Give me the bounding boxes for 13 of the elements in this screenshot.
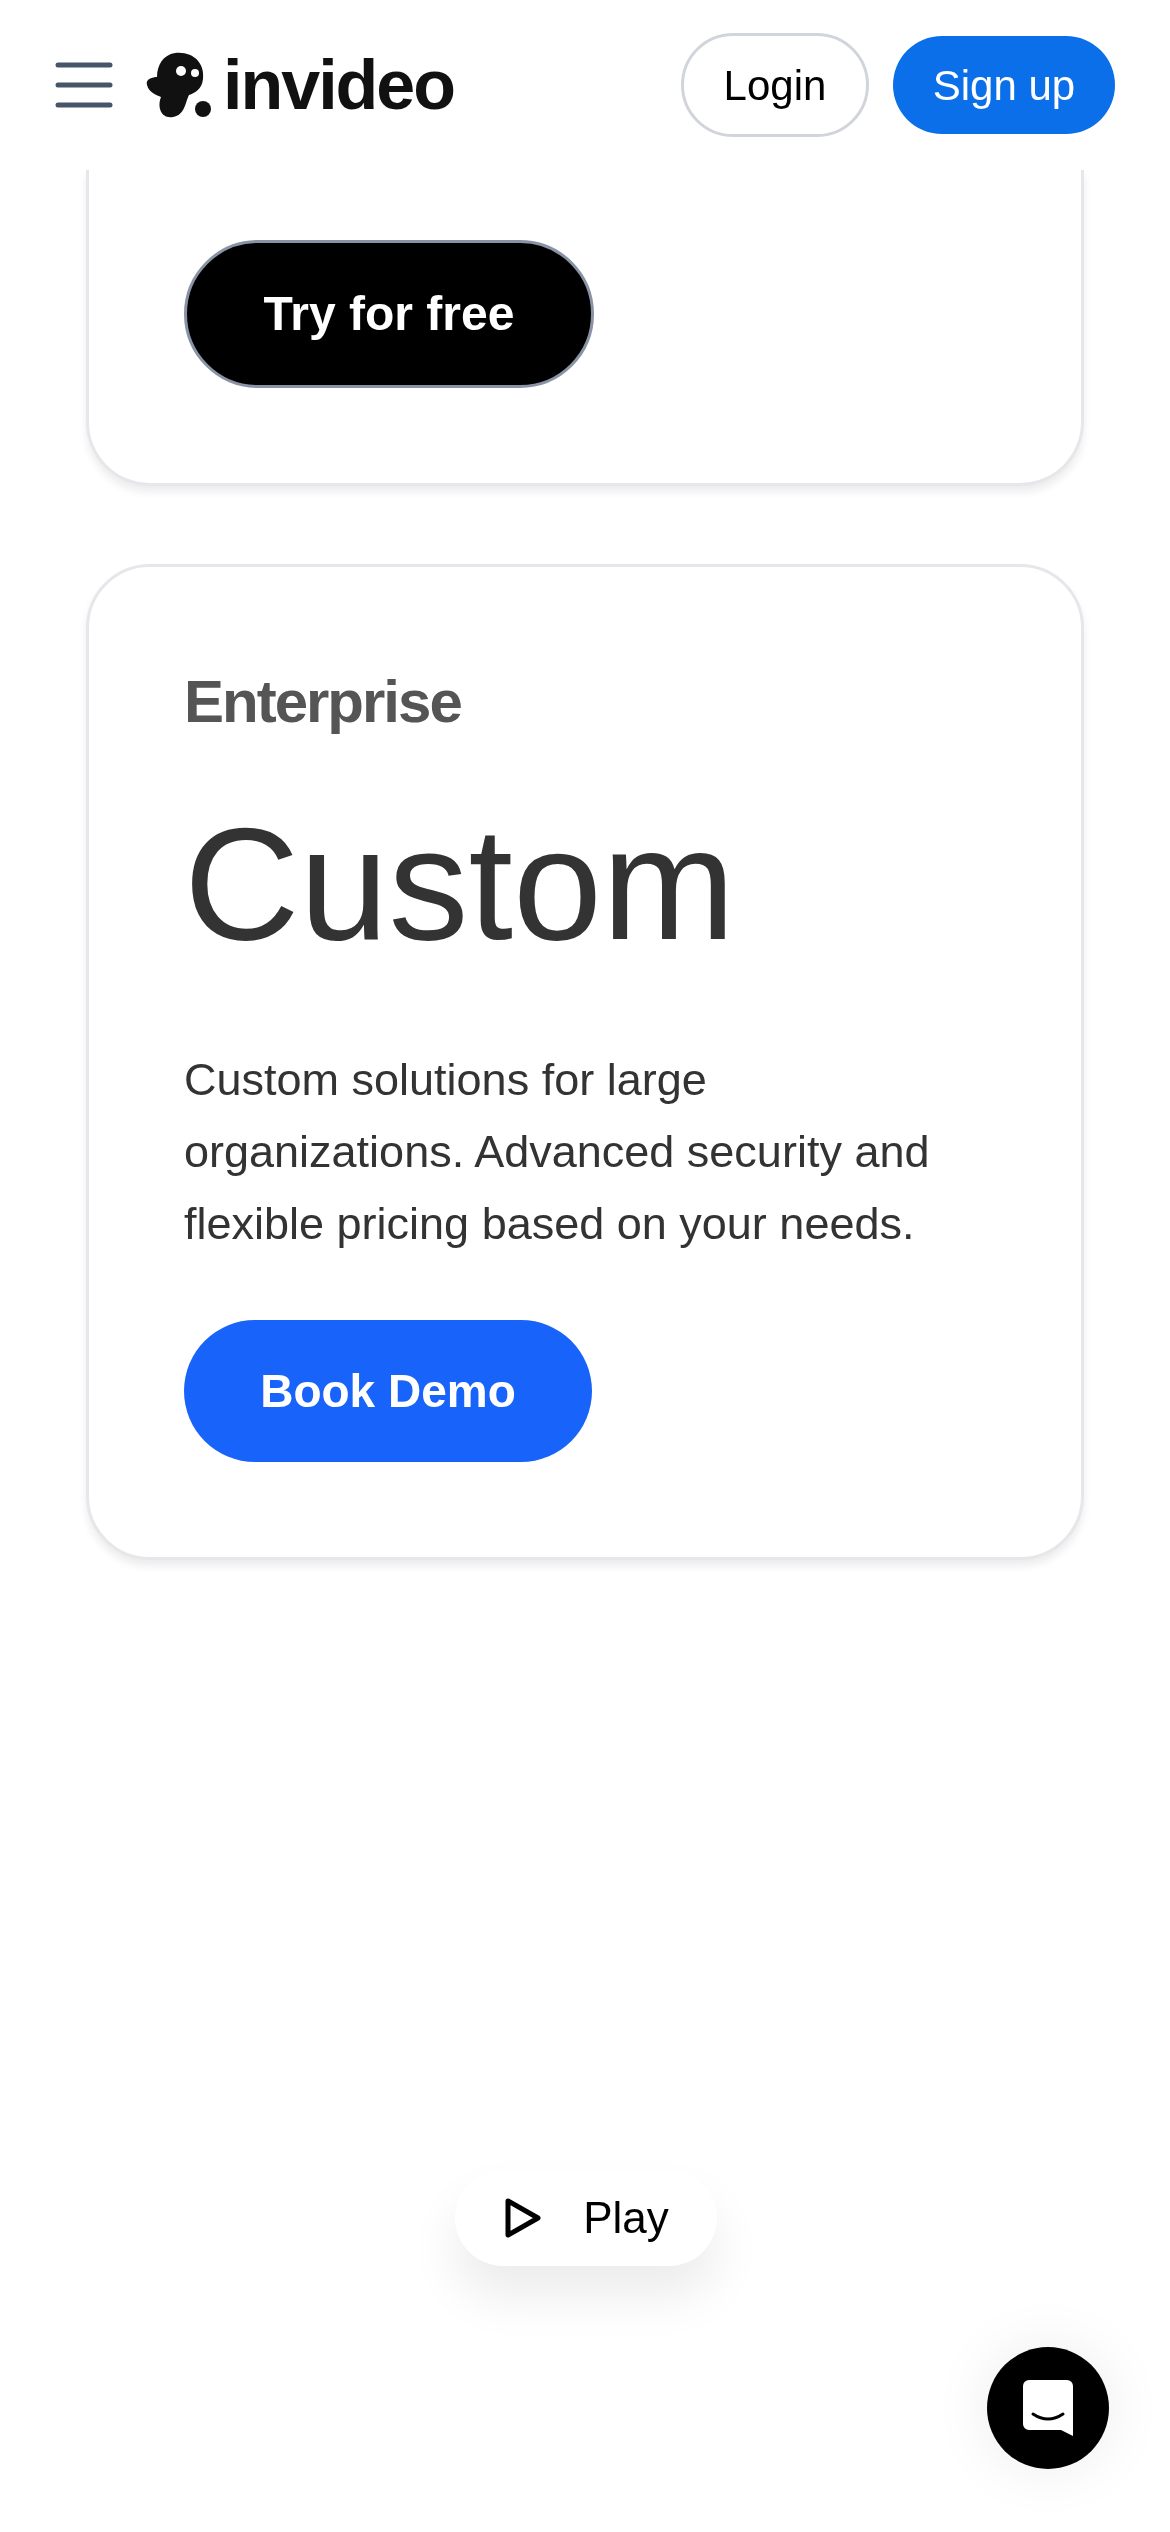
play-button[interactable]: Play — [455, 2170, 717, 2266]
try-for-free-button[interactable]: Try for free — [184, 240, 594, 388]
book-demo-button[interactable]: Book Demo — [184, 1320, 592, 1462]
login-button[interactable]: Login — [681, 33, 869, 137]
plan-price: Custom — [184, 804, 736, 964]
menu-icon[interactable] — [55, 61, 113, 109]
logo-text: invideo — [223, 50, 455, 120]
plan-description: Custom solutions for large organizations. Advanced security and flexible pricing based on your needs. — [184, 1053, 931, 1251]
logo-icon — [145, 51, 213, 119]
play-icon — [503, 2196, 544, 2240]
tier-label: Enterprise — [184, 672, 461, 732]
chat-icon — [1023, 2380, 1073, 2436]
sign-up-button[interactable]: Sign up — [893, 36, 1115, 134]
